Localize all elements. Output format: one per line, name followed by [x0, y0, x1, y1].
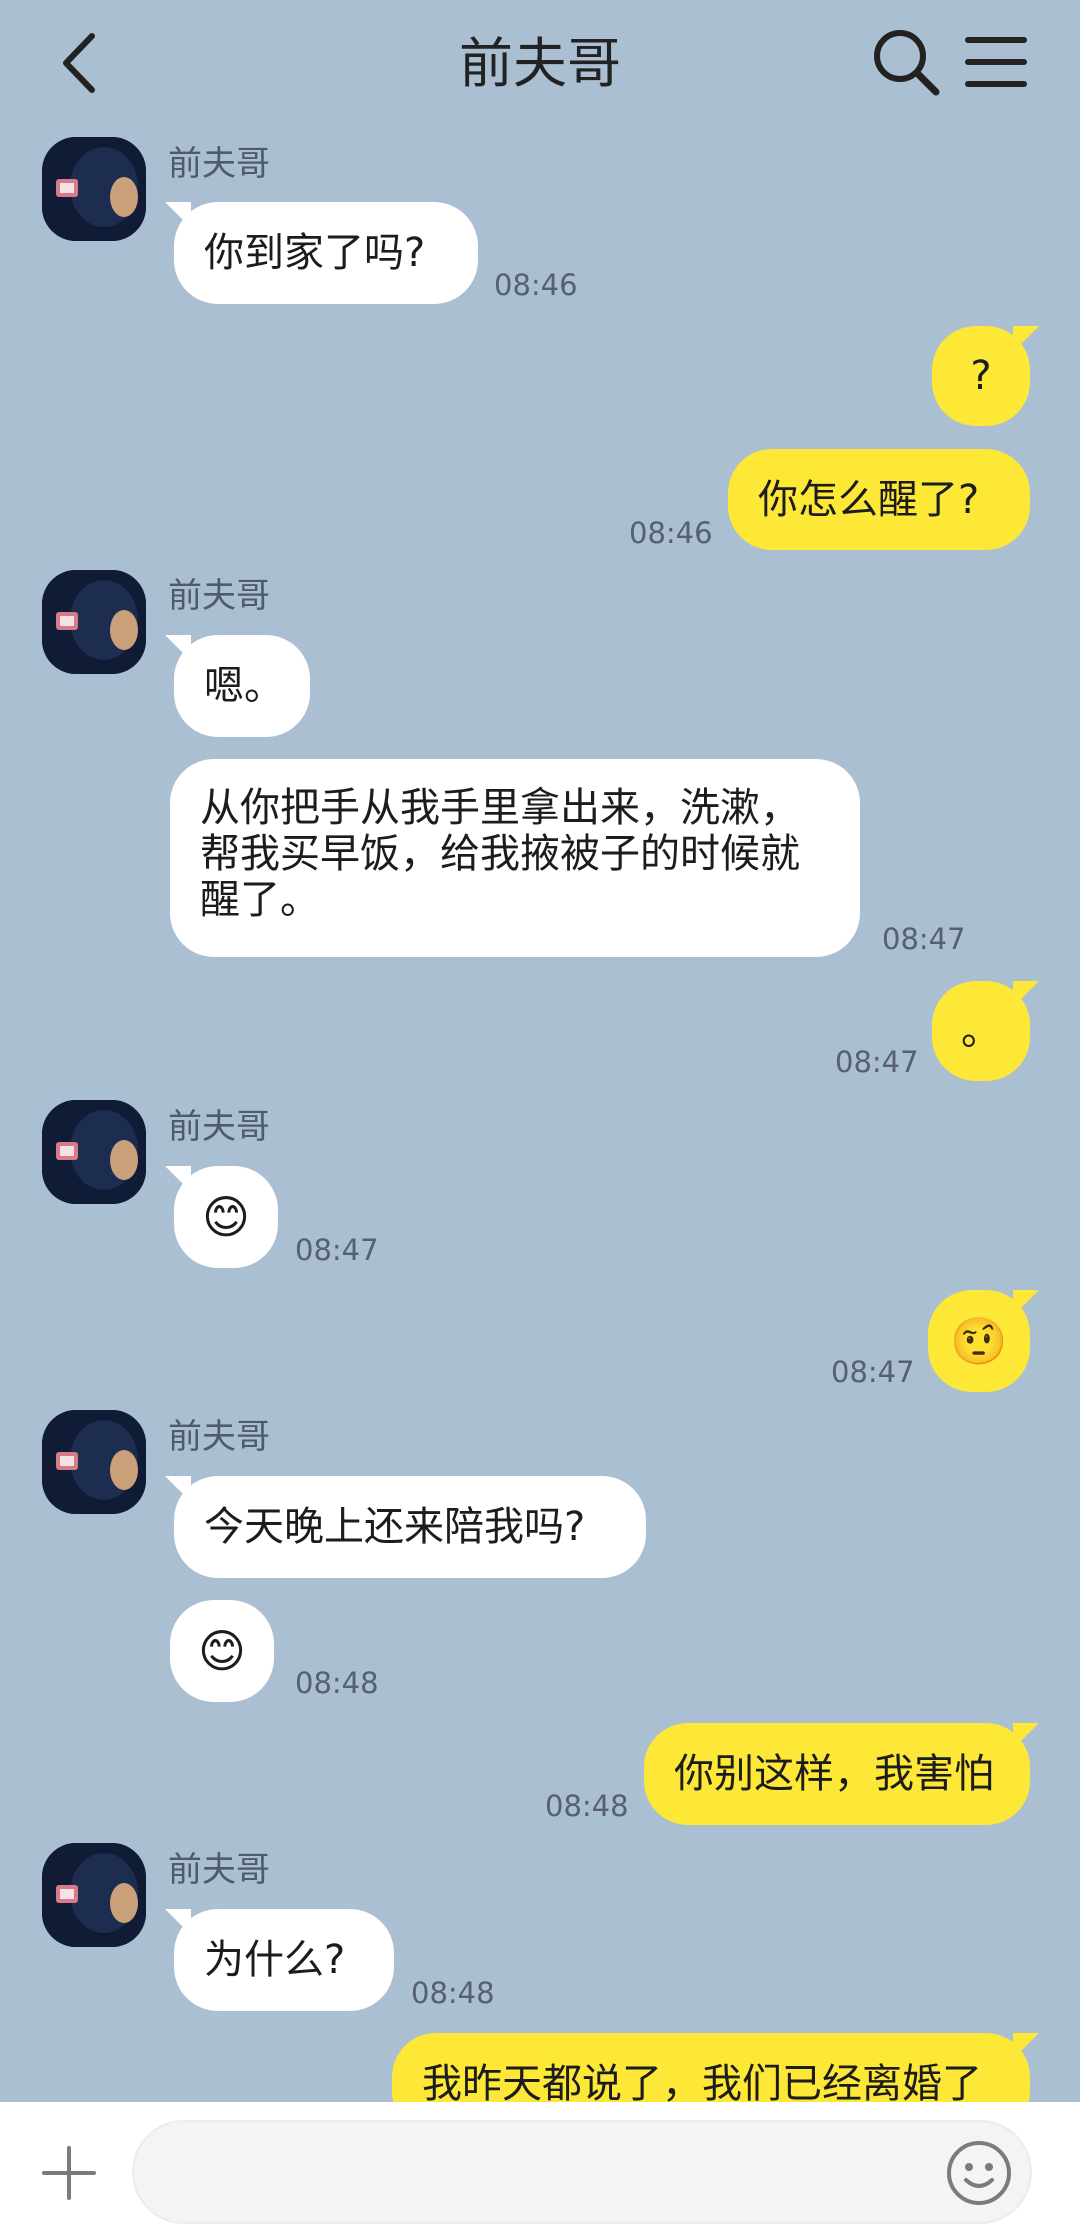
message-time: 08:48 — [411, 1976, 495, 2010]
back-button[interactable] — [52, 28, 112, 98]
message-bubble-incoming[interactable]: 😊 — [170, 1600, 274, 1702]
input-bar — [0, 2102, 1080, 2239]
message-bubble-outgoing[interactable]: 🤨 — [928, 1290, 1039, 1392]
contact-avatar[interactable] — [42, 1410, 146, 1514]
message-time: 08:48 — [295, 1666, 379, 1700]
message-time: 08:46 — [629, 516, 713, 550]
contact-avatar[interactable] — [42, 570, 146, 674]
sender-name: 前夫哥 — [168, 144, 270, 184]
message-bubble-incoming[interactable]: 你到家了吗? — [165, 202, 478, 304]
contact-avatar[interactable] — [42, 1100, 146, 1204]
message-bubble-incoming[interactable]: 为什么? — [165, 1909, 394, 2011]
hamburger-menu-icon — [965, 37, 1027, 87]
top-bar: 前夫哥 — [0, 0, 1080, 130]
chevron-left-icon — [63, 33, 95, 93]
emoji-button[interactable] — [944, 2138, 1014, 2208]
sender-name: 前夫哥 — [168, 1107, 270, 1147]
smiley-face-icon — [947, 2141, 1011, 2205]
message-bubble-outgoing[interactable]: 你怎么醒了? — [728, 449, 1030, 550]
sender-name: 前夫哥 — [168, 1850, 270, 1890]
message-time: 08:46 — [494, 268, 578, 302]
message-bubble-outgoing[interactable]: ? — [932, 326, 1039, 426]
search-icon — [874, 30, 940, 96]
message-time: 08:47 — [295, 1233, 379, 1267]
attach-button[interactable] — [38, 2142, 100, 2204]
message-time: 08:48 — [545, 1789, 629, 1823]
message-bubble-incoming[interactable]: 嗯。 — [165, 635, 310, 737]
search-button[interactable] — [870, 26, 942, 98]
sender-name: 前夫哥 — [168, 576, 270, 616]
contact-avatar[interactable] — [42, 137, 146, 241]
contact-avatar[interactable] — [42, 1843, 146, 1947]
message-time: 08:47 — [882, 922, 966, 956]
message-bubble-outgoing[interactable]: 你别这样，我害怕 — [644, 1723, 1039, 1825]
message-time: 08:47 — [835, 1045, 919, 1079]
message-bubble-incoming[interactable]: 从你把手从我手里拿出来，洗漱，帮我买早饭，给我掖被子的时候就醒了。 — [170, 759, 860, 957]
menu-button[interactable] — [964, 34, 1028, 90]
message-bubble-incoming[interactable]: 今天晚上还来陪我吗? — [165, 1476, 646, 1578]
message-input[interactable] — [132, 2120, 1032, 2224]
message-time: 08:47 — [831, 1355, 915, 1389]
sender-name: 前夫哥 — [168, 1417, 270, 1457]
message-bubble-incoming[interactable]: 😊 — [165, 1166, 278, 1268]
message-bubble-outgoing[interactable]: 。 — [932, 981, 1039, 1081]
plus-icon — [42, 2146, 96, 2200]
